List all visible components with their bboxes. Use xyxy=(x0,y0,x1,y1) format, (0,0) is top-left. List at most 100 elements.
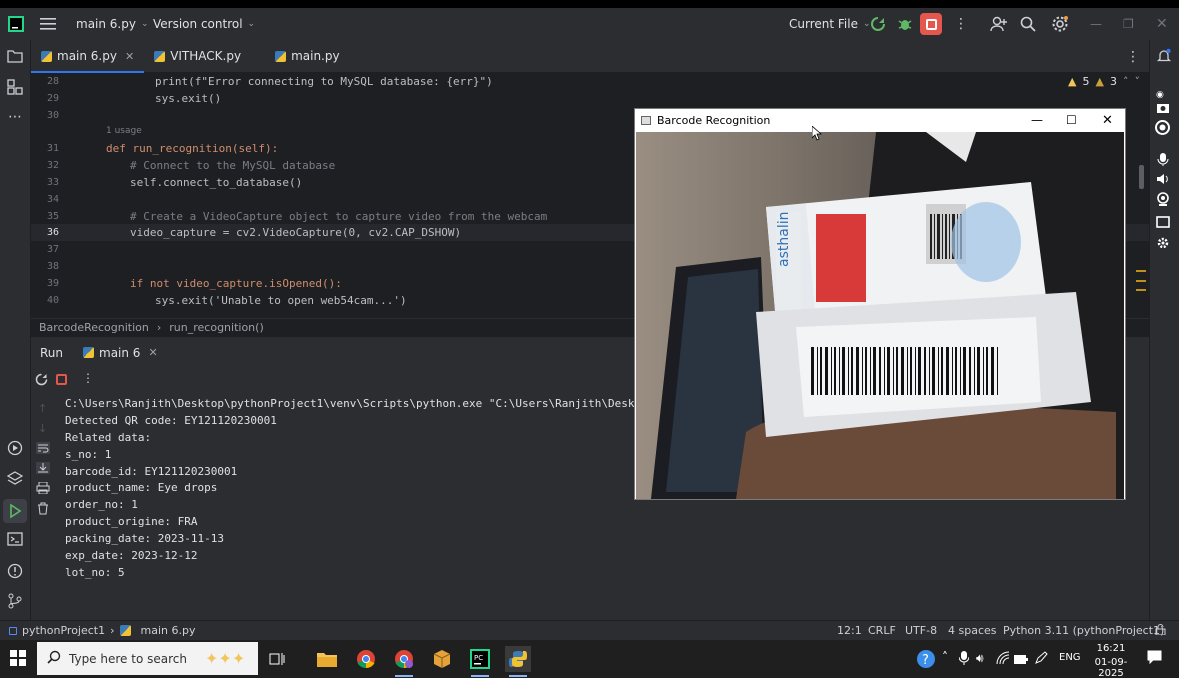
git-icon[interactable] xyxy=(6,593,24,611)
problems-icon[interactable] xyxy=(6,563,24,581)
file-explorer-icon[interactable] xyxy=(314,646,340,672)
line-number: 38 xyxy=(46,261,59,272)
caret-position[interactable]: 12:1 xyxy=(837,624,862,637)
minimize-button[interactable]: — xyxy=(1090,8,1102,40)
warning-stripe-marker[interactable] xyxy=(1136,280,1146,282)
system-clock[interactable]: 16:21 01-09-2025 xyxy=(1087,643,1135,678)
tab-main-6-py[interactable]: main 6.py ✕ xyxy=(31,40,145,73)
status-file[interactable]: main 6.py xyxy=(141,624,196,637)
recorder-speaker-icon[interactable] xyxy=(1156,172,1170,189)
search-icon[interactable] xyxy=(1020,8,1036,40)
breadcrumb-class[interactable]: BarcodeRecognition xyxy=(39,321,149,334)
recorder-webcam-icon[interactable] xyxy=(1156,192,1170,209)
structure-icon[interactable] xyxy=(6,79,24,97)
add-user-icon[interactable] xyxy=(990,8,1008,40)
python-app-taskbar-icon[interactable] xyxy=(505,646,531,677)
terminal-icon[interactable] xyxy=(6,532,24,550)
chevron-down-icon[interactable]: ˅ xyxy=(1134,75,1140,88)
barcode-window-titlebar[interactable]: Barcode Recognition — ☐ ✕ xyxy=(635,109,1125,131)
battery-icon[interactable] xyxy=(1014,653,1028,667)
main-menu-icon[interactable] xyxy=(40,8,56,40)
more-tools-icon[interactable]: ⋯ xyxy=(6,108,24,126)
rerun-icon[interactable] xyxy=(35,373,48,389)
maximize-button[interactable]: ☐ xyxy=(1066,113,1077,127)
tab-label: VITHACK.py xyxy=(170,49,242,63)
more-actions-icon[interactable]: ⋮ xyxy=(954,8,968,40)
run-tab-main-6[interactable]: main 6 ✕ xyxy=(83,337,158,369)
recorder-settings-icon[interactable] xyxy=(1156,236,1170,253)
mouse-cursor xyxy=(811,125,823,144)
close-icon[interactable]: ✕ xyxy=(125,50,134,63)
scroll-to-end-icon[interactable] xyxy=(36,462,50,477)
python-file-icon xyxy=(41,50,52,62)
rerun-icon[interactable] xyxy=(870,8,886,40)
more-options-icon[interactable]: ⋮ xyxy=(82,371,94,385)
stop-button[interactable] xyxy=(920,12,942,36)
pycharm-taskbar-icon[interactable]: PC xyxy=(467,646,493,677)
recorder-mic-icon[interactable] xyxy=(1156,152,1170,169)
breadcrumb-method[interactable]: run_recognition() xyxy=(169,321,263,334)
line-separator[interactable]: CRLF xyxy=(868,624,896,637)
layers-icon[interactable] xyxy=(6,471,24,489)
python-interpreter[interactable]: Python 3.11 (pythonProject1) xyxy=(1003,624,1164,637)
taskbar-search-box[interactable]: Type here to search ✦✦✦ xyxy=(37,642,258,675)
maximize-button[interactable]: ❐ xyxy=(1123,8,1134,40)
soft-wrap-icon[interactable] xyxy=(36,442,50,457)
trash-icon[interactable] xyxy=(37,502,49,518)
inspection-widget[interactable]: ▲ 5 ▲ 3 ˄ ˅ xyxy=(1068,75,1140,88)
task-view-icon[interactable] xyxy=(264,646,290,672)
indent-setting[interactable]: 4 spaces xyxy=(948,624,997,637)
warning-stripe-marker[interactable] xyxy=(1136,289,1146,291)
run-config-selector[interactable]: Current File ⌄ xyxy=(789,8,871,40)
run-tab-label: main 6 xyxy=(99,345,141,360)
windows-start-icon[interactable] xyxy=(10,650,26,669)
recorder-photo-icon[interactable] xyxy=(1156,102,1170,117)
app-logo[interactable] xyxy=(8,8,24,40)
chrome-profile-icon[interactable] xyxy=(391,646,417,677)
stop-icon[interactable] xyxy=(56,374,67,385)
search-icon xyxy=(47,650,61,667)
file-encoding[interactable]: UTF-8 xyxy=(905,624,937,637)
close-window-button[interactable]: ✕ xyxy=(1156,8,1168,40)
notifications-bell-icon[interactable] xyxy=(1156,48,1172,67)
debug-icon[interactable] xyxy=(897,8,913,40)
pen-icon[interactable] xyxy=(1034,651,1048,668)
barcode-recognition-window[interactable]: Barcode Recognition — ☐ ✕ asthalin xyxy=(634,108,1126,500)
chrome-icon[interactable] xyxy=(353,646,379,672)
status-project[interactable]: pythonProject1 xyxy=(22,624,105,637)
project-selector[interactable]: main 6.py ⌄ xyxy=(76,8,149,40)
settings-gear-icon[interactable] xyxy=(1051,8,1069,40)
tab-options-icon[interactable]: ⋮ xyxy=(1126,49,1140,65)
recorder-camera-icon[interactable]: ◉ xyxy=(1156,90,1168,100)
notification-center-icon[interactable] xyxy=(1147,650,1162,667)
input-language[interactable]: ENG xyxy=(1059,652,1081,663)
package-app-icon[interactable] xyxy=(429,646,455,672)
print-icon[interactable] xyxy=(36,481,50,497)
project-folder-icon[interactable] xyxy=(6,49,24,67)
line-number-current: 36 xyxy=(46,227,59,238)
close-icon[interactable]: ✕ xyxy=(148,346,157,359)
arrow-down-icon[interactable]: ↓ xyxy=(38,422,47,435)
recorder-record-icon[interactable] xyxy=(1155,120,1170,138)
recorder-window-icon[interactable] xyxy=(1156,216,1170,231)
console-line: product_origine: FRA xyxy=(65,515,198,528)
wifi-icon[interactable] xyxy=(996,651,1010,668)
weak-warning-icon: ▲ xyxy=(1095,75,1104,88)
tab-vithack-py[interactable]: VITHACK.py xyxy=(144,40,251,73)
lock-icon[interactable] xyxy=(1155,623,1166,638)
tab-main-py[interactable]: main.py xyxy=(265,40,350,73)
run-tool-icon[interactable] xyxy=(3,499,27,523)
vcs-selector[interactable]: Version control ⌄ xyxy=(153,8,255,40)
minimize-button[interactable]: — xyxy=(1031,113,1043,127)
warning-stripe-marker[interactable] xyxy=(1136,270,1146,272)
usages-hint[interactable]: 1 usage xyxy=(106,126,142,136)
python-packages-icon[interactable] xyxy=(6,440,24,458)
help-icon[interactable]: ? xyxy=(916,649,936,672)
editor-scrollbar-thumb[interactable] xyxy=(1139,165,1144,189)
chevron-up-icon[interactable]: ˄ xyxy=(1123,75,1129,88)
tray-overflow-chevron-icon[interactable]: ˄ xyxy=(942,650,948,664)
volume-icon[interactable]: 🔊︎ xyxy=(976,651,984,666)
arrow-up-icon[interactable]: ↑ xyxy=(38,402,47,415)
tray-mic-icon[interactable] xyxy=(958,651,970,669)
close-button[interactable]: ✕ xyxy=(1102,113,1113,128)
